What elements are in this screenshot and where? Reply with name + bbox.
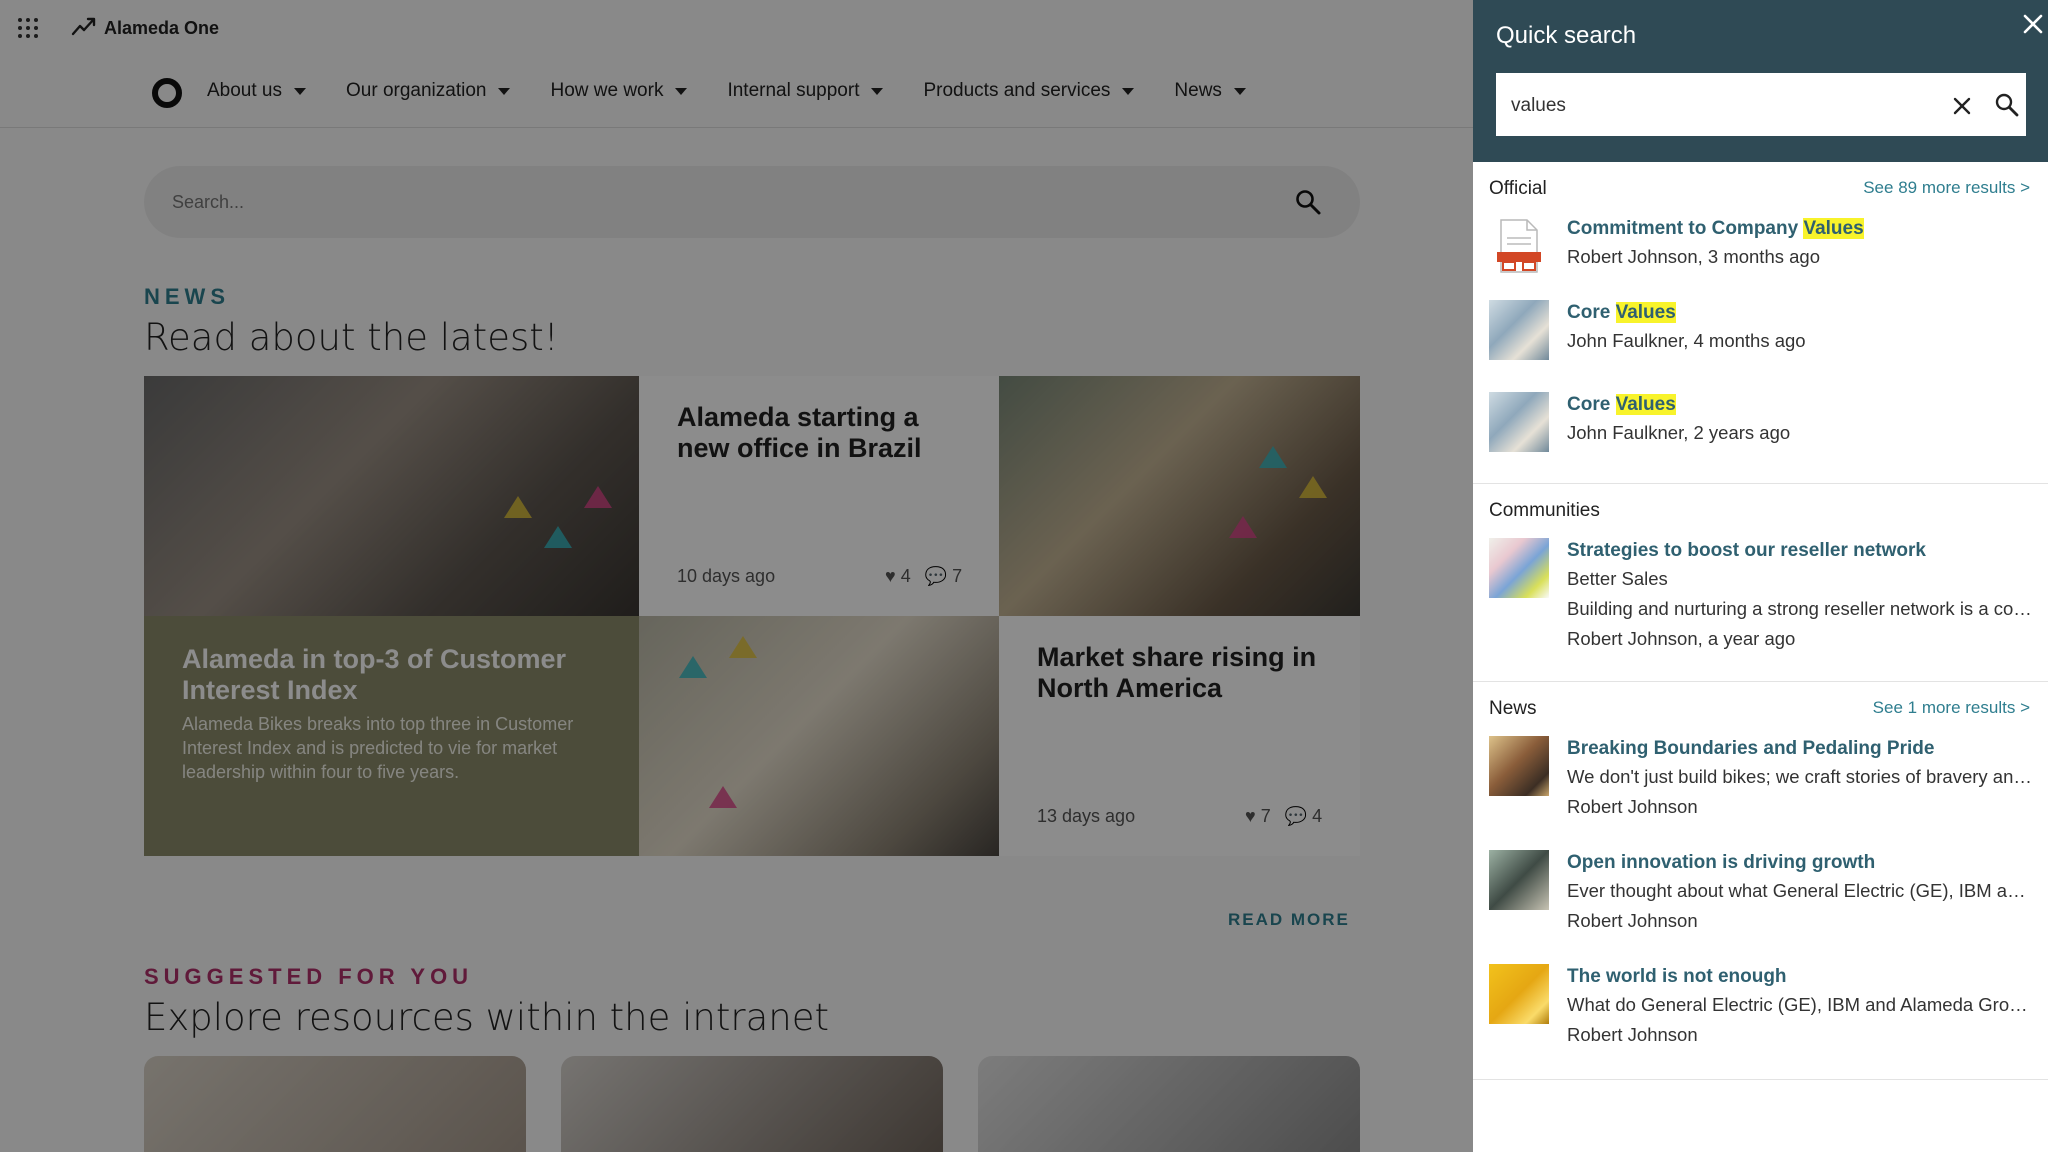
result-item[interactable]: The world is not enough What do General …: [1473, 964, 2048, 1074]
result-title: Core: [1567, 302, 1616, 323]
result-title: Open innovation is driving growth: [1567, 852, 1876, 873]
result-item[interactable]: Core Values John Faulkner, 4 months ago: [1473, 300, 2048, 392]
result-snippet: What do General Electric (GE), IBM and A…: [1567, 994, 2032, 1015]
result-item[interactable]: Commitment to Company Values Robert John…: [1473, 216, 2048, 300]
result-group-communities: Communities Strategies to boost our rese…: [1473, 484, 2048, 682]
result-item[interactable]: Strategies to boost our reseller network…: [1473, 538, 2048, 668]
board-game-photo-thumbnail: [1489, 538, 1549, 598]
result-group-label: News: [1489, 698, 1537, 719]
quick-search-title: Quick search: [1496, 22, 1637, 49]
close-icon[interactable]: [2019, 10, 2047, 38]
quick-search-field: [1496, 73, 2026, 139]
result-title-highlight: Values: [1615, 302, 1676, 323]
search-icon[interactable]: [1994, 92, 2020, 118]
result-snippet: Ever thought about what General Electric…: [1567, 880, 2032, 901]
result-meta: Robert Johnson, 3 months ago: [1567, 246, 1820, 267]
result-title: Strategies to boost our reseller network: [1567, 540, 1926, 561]
yellow-photo-thumbnail: [1489, 964, 1549, 1024]
result-meta: Robert Johnson: [1567, 796, 1698, 817]
document-icon: [1489, 216, 1549, 276]
clear-icon[interactable]: [1951, 95, 1973, 117]
result-title-highlight: Values: [1615, 394, 1676, 415]
result-item[interactable]: Open innovation is driving growth Ever t…: [1473, 850, 2048, 964]
result-title: Breaking Boundaries and Pedaling Pride: [1567, 738, 1935, 759]
quick-search-input[interactable]: [1511, 91, 1911, 121]
quick-search-header: Quick search: [1473, 0, 2048, 162]
bike-photo-thumbnail: [1489, 736, 1549, 796]
office-photo-thumbnail: [1489, 392, 1549, 452]
result-item[interactable]: Breaking Boundaries and Pedaling Pride W…: [1473, 736, 2048, 850]
office-photo-thumbnail: [1489, 300, 1549, 360]
modal-backdrop[interactable]: [0, 0, 1474, 1152]
result-meta: Robert Johnson: [1567, 1024, 1698, 1045]
result-group-label: Official: [1489, 178, 1547, 199]
result-snippet: Building and nurturing a strong reseller…: [1567, 598, 2032, 619]
result-item[interactable]: Core Values John Faulkner, 2 years ago: [1473, 392, 2048, 484]
result-title: Core: [1567, 394, 1616, 415]
result-meta: Robert Johnson: [1567, 910, 1698, 931]
see-more-link[interactable]: See 89 more results >: [1863, 178, 2030, 198]
result-title: The world is not enough: [1567, 966, 1787, 987]
result-group-news: News See 1 more results > Breaking Bound…: [1473, 682, 2048, 1080]
result-community: Better Sales: [1567, 568, 1668, 589]
see-more-link[interactable]: See 1 more results >: [1873, 698, 2030, 718]
result-meta: John Faulkner, 2 years ago: [1567, 422, 1791, 443]
bike-photo-thumbnail: [1489, 850, 1549, 910]
quick-search-results: Official See 89 more results > Commitmen…: [1473, 162, 2048, 1080]
result-title-highlight: Values: [1803, 218, 1864, 239]
result-group-official: Official See 89 more results > Commitmen…: [1473, 162, 2048, 484]
quick-search-panel: Quick search Official See 89 more result…: [1473, 0, 2048, 1152]
result-group-label: Communities: [1489, 500, 1600, 521]
result-meta: Robert Johnson, a year ago: [1567, 628, 1796, 649]
result-snippet: We don't just build bikes; we craft stor…: [1567, 766, 2032, 787]
result-meta: John Faulkner, 4 months ago: [1567, 330, 1806, 351]
result-title: Commitment to Company: [1567, 218, 1804, 239]
